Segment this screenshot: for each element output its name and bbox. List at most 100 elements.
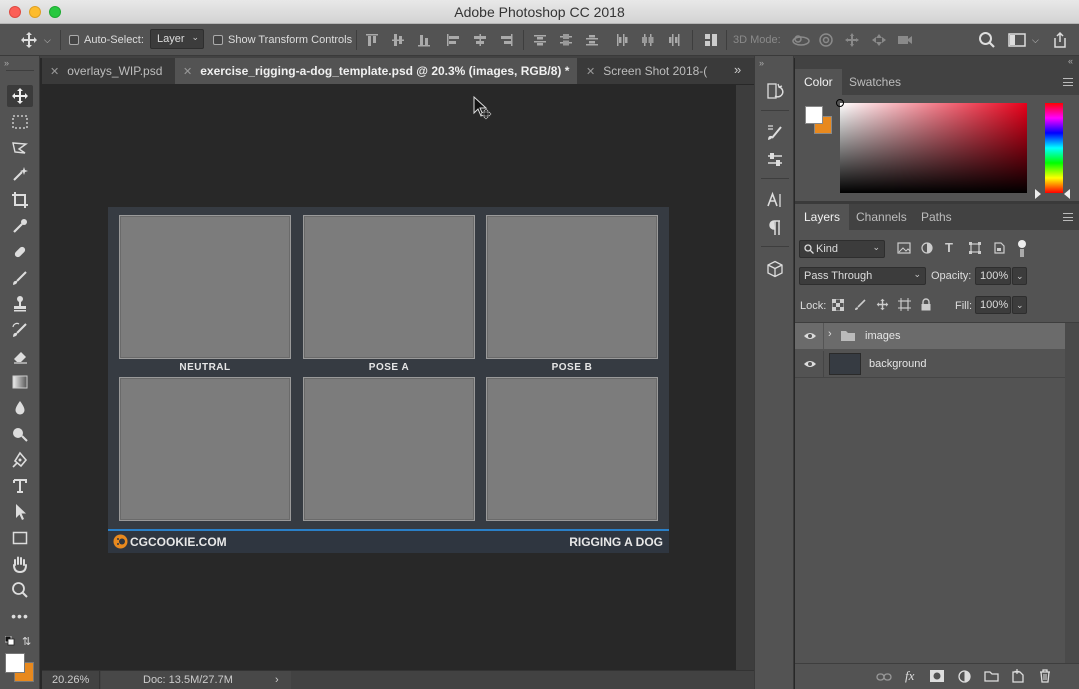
chevron-right-icon[interactable]: › xyxy=(828,328,832,340)
eye-icon[interactable] xyxy=(803,359,817,369)
canvas-area[interactable]: NEUTRAL POSE A POSE B CGCOOKIE.COM RIGGI… xyxy=(42,85,735,670)
share-button[interactable] xyxy=(1052,24,1068,56)
tab-color[interactable]: Color xyxy=(795,69,842,95)
fill-slider-toggle[interactable]: ⌄ xyxy=(1012,296,1027,314)
3d-scale-button[interactable] xyxy=(896,24,914,56)
layer-filter-dropdown[interactable]: Kind ⌄ xyxy=(799,240,885,258)
gradient-tool[interactable] xyxy=(7,371,33,393)
distribute-top-button[interactable] xyxy=(532,24,548,56)
color-saturation-field[interactable] xyxy=(836,99,1027,193)
filter-toggle-switch[interactable] xyxy=(1017,239,1027,257)
hue-slider-handle-left[interactable] xyxy=(1035,189,1041,199)
fill-input[interactable]: 100% xyxy=(975,296,1011,314)
auto-align-layers-button[interactable] xyxy=(703,24,719,56)
distribute-left-button[interactable] xyxy=(614,24,630,56)
opacity-slider-toggle[interactable]: ⌄ xyxy=(1012,267,1027,285)
history-panel-button[interactable] xyxy=(763,79,787,103)
clone-stamp-tool[interactable] xyxy=(7,293,33,315)
new-layer-icon[interactable] xyxy=(1011,669,1024,683)
new-group-folder-icon[interactable] xyxy=(984,670,999,682)
trash-icon[interactable] xyxy=(1039,669,1051,683)
eye-icon[interactable] xyxy=(803,331,817,341)
mask-icon[interactable] xyxy=(930,670,944,682)
zoom-field[interactable]: 20.26% xyxy=(42,671,100,689)
auto-select-dropdown[interactable]: Layer ⌄ xyxy=(150,29,204,49)
move-tool-preset-button[interactable]: ⌵ xyxy=(20,24,51,56)
move-tool[interactable] xyxy=(7,85,33,107)
blur-tool[interactable] xyxy=(7,397,33,419)
tab-overlays-wip[interactable]: ✕ overlays_WIP.psd xyxy=(42,58,174,84)
lasso-tool[interactable] xyxy=(7,137,33,159)
more-tabs-icon[interactable]: » xyxy=(734,62,741,77)
close-tab-icon[interactable]: ✕ xyxy=(50,65,59,78)
edit-toolbar-button[interactable]: ••• xyxy=(7,605,33,627)
rectangle-tool[interactable] xyxy=(7,527,33,549)
filter-pixel-layers-button[interactable] xyxy=(897,242,911,254)
search-button[interactable] xyxy=(978,24,996,56)
collapse-arrows-icon[interactable]: « xyxy=(1068,56,1073,66)
align-top-edges-button[interactable] xyxy=(364,24,380,56)
lock-artboard-button[interactable] xyxy=(898,298,911,311)
lock-image-pixels-button[interactable] xyxy=(854,299,866,311)
brush-tool[interactable] xyxy=(7,267,33,289)
vertical-scrollbar[interactable] xyxy=(736,85,754,670)
tab-channels[interactable]: Channels xyxy=(847,204,916,230)
dodge-tool[interactable] xyxy=(7,423,33,445)
crop-tool[interactable] xyxy=(7,189,33,211)
panel-menu-icon[interactable] xyxy=(1063,78,1073,86)
3d-roll-button[interactable] xyxy=(818,24,834,56)
align-left-edges-button[interactable] xyxy=(445,24,461,56)
hue-slider[interactable] xyxy=(1045,103,1063,193)
brush-settings-button[interactable] xyxy=(763,120,787,144)
link-icon[interactable] xyxy=(876,672,892,682)
swap-colors-icon[interactable]: ⇅ xyxy=(22,635,31,648)
distribute-right-button[interactable] xyxy=(666,24,682,56)
zoom-tool[interactable] xyxy=(7,579,33,601)
align-bottom-edges-button[interactable] xyxy=(416,24,432,56)
align-vertical-centers-button[interactable] xyxy=(390,24,406,56)
3d-orbit-button[interactable] xyxy=(791,24,811,56)
filter-shape-layers-button[interactable] xyxy=(969,242,981,254)
blend-mode-dropdown[interactable]: Pass Through ⌄ xyxy=(799,267,926,285)
tab-exercise-rigging-template[interactable]: ✕ exercise_rigging-a-dog_template.psd @ … xyxy=(175,58,577,84)
eraser-tool[interactable] xyxy=(7,345,33,367)
path-selection-tool[interactable] xyxy=(7,501,33,523)
distribute-vcenter-button[interactable] xyxy=(558,24,574,56)
close-tab-icon[interactable]: ✕ xyxy=(183,65,192,78)
align-horizontal-centers-button[interactable] xyxy=(472,24,488,56)
auto-select-checkbox[interactable]: Auto-Select: xyxy=(69,24,144,56)
distribute-hcenter-button[interactable] xyxy=(640,24,656,56)
lock-position-button[interactable] xyxy=(876,298,889,311)
lock-transparent-pixels-button[interactable] xyxy=(832,299,844,311)
3d-panel-button[interactable] xyxy=(763,257,787,281)
distribute-bottom-button[interactable] xyxy=(584,24,600,56)
character-panel-button[interactable] xyxy=(763,188,787,212)
pen-tool[interactable] xyxy=(7,449,33,471)
tab-layers[interactable]: Layers xyxy=(795,204,850,230)
lock-all-button[interactable] xyxy=(920,298,932,311)
filter-type-layers-button[interactable]: T xyxy=(945,240,953,255)
filter-adjustment-layers-button[interactable] xyxy=(921,242,933,254)
hand-tool[interactable] xyxy=(7,553,33,575)
opacity-input[interactable]: 100% xyxy=(975,267,1011,285)
align-right-edges-button[interactable] xyxy=(498,24,514,56)
type-tool[interactable] xyxy=(7,475,33,497)
workspace-switcher-button[interactable]: ⌵ xyxy=(1008,24,1039,56)
default-colors-icon[interactable] xyxy=(5,636,15,646)
collapse-arrows-icon[interactable]: » xyxy=(4,58,9,68)
eyedropper-tool[interactable] xyxy=(7,215,33,237)
show-transform-controls-checkbox[interactable]: Show Transform Controls xyxy=(213,24,352,56)
paragraph-panel-button[interactable] xyxy=(763,216,787,240)
tab-screen-shot[interactable]: ✕ Screen Shot 2018-( xyxy=(578,58,718,84)
tab-paths[interactable]: Paths xyxy=(912,204,961,230)
adjustment-layer-icon[interactable] xyxy=(958,670,971,683)
collapse-arrows-icon[interactable]: » xyxy=(759,58,764,68)
doc-info-field[interactable]: Doc: 13.5M/27.7M › xyxy=(101,671,291,689)
filter-smart-objects-button[interactable] xyxy=(993,242,1005,254)
magic-wand-tool[interactable] xyxy=(7,163,33,185)
layers-scrollbar[interactable] xyxy=(1065,323,1079,663)
3d-pan-button[interactable] xyxy=(844,24,860,56)
3d-slide-button[interactable] xyxy=(870,24,888,56)
panel-menu-icon[interactable] xyxy=(1063,213,1073,221)
foreground-color-swatch[interactable] xyxy=(5,653,25,673)
